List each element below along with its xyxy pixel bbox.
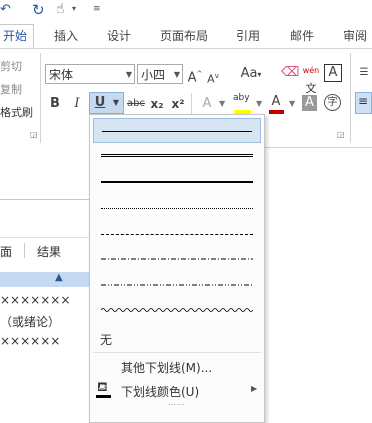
dotted-line-sample [101, 208, 253, 209]
tab-design[interactable]: 设计 [107, 27, 131, 45]
character-border-button[interactable]: A [324, 64, 342, 82]
pane-divider [0, 237, 90, 238]
strikethrough-button[interactable]: abc [126, 95, 146, 113]
phonetic-guide-button[interactable]: wén 文 [302, 62, 320, 99]
underline-option-none[interactable]: 无 [93, 326, 261, 351]
highlight-button[interactable]: aby [232, 93, 254, 115]
list-icon[interactable]: ☰ [356, 64, 372, 82]
group-divider [350, 53, 351, 143]
menu-divider [93, 352, 261, 353]
none-label: 无 [100, 333, 113, 347]
wave-line-sample [101, 308, 253, 312]
subscript-button[interactable]: x₂ [149, 95, 165, 113]
underline-split-button[interactable]: U ▼ [89, 92, 124, 114]
underline-option-dotted[interactable] [93, 196, 261, 221]
font-color-button[interactable]: A [268, 93, 286, 115]
shrink-font-label: A [207, 72, 215, 86]
grow-font-button[interactable]: A^ [187, 65, 203, 87]
touch-mode-icon[interactable]: ☝ [56, 1, 65, 17]
nav-heading-2[interactable]: （或绪论） [0, 313, 90, 330]
submenu-arrow-icon: ▶ [251, 384, 258, 393]
phonetic-guide-label: wén [302, 66, 320, 75]
tab-divider [24, 243, 25, 258]
underline-color-bar [96, 395, 111, 398]
underline-style-menu: 无 其他下划线(M)... ⛾ 下划线颜色(U) ▶ ⋯⋯ [89, 114, 265, 423]
tab-insert[interactable]: 插入 [54, 27, 78, 45]
italic-button[interactable]: I [69, 95, 85, 113]
change-case-label: Aa [240, 66, 258, 81]
clear-format-icon[interactable]: ⌫ [281, 64, 299, 82]
single-line-sample [102, 131, 252, 132]
copy-button[interactable]: 复制 [0, 81, 22, 97]
group-divider [191, 93, 192, 115]
font-size-field[interactable]: 小四 ▼ [137, 64, 183, 84]
double-line-sample [101, 154, 253, 157]
chevron-down-icon[interactable]: ▼ [219, 99, 225, 108]
dash-dot-dot-line-sample [101, 284, 253, 286]
tab-layout[interactable]: 页面布局 [160, 27, 208, 45]
font-name-field[interactable]: 宋体 ▼ [45, 64, 135, 84]
clipboard-launcher-icon[interactable]: ◲ [30, 130, 38, 139]
underline-color-label: 下划线颜色(U) [121, 385, 200, 399]
align-left-icon: ≡ [358, 94, 369, 108]
tab-mailings[interactable]: 邮件 [290, 27, 314, 45]
tab-references[interactable]: 引用 [236, 27, 260, 45]
dash-dot-line-sample [101, 258, 253, 260]
more-underlines-item[interactable]: 其他下划线(M)... [93, 354, 261, 379]
tab-review[interactable]: 审阅 [343, 27, 367, 45]
font-color-bar [269, 110, 284, 114]
chevron-down-icon: ▼ [173, 70, 180, 79]
chevron-down-icon[interactable]: ▾ [72, 4, 76, 13]
enclose-characters-button[interactable]: 字 [324, 94, 341, 111]
bold-button[interactable]: B [47, 95, 63, 113]
character-shading-button[interactable]: A [302, 95, 317, 111]
nav-heading-1[interactable]: ××××××× [0, 293, 90, 307]
underline-color-icon: ⛾ [96, 380, 112, 399]
chevron-down-icon[interactable]: ▼ [256, 99, 262, 108]
align-left-button[interactable]: ≡ [355, 92, 372, 114]
group-divider [40, 53, 41, 143]
font-launcher-icon[interactable]: ◲ [337, 130, 345, 139]
thick-line-sample [101, 181, 253, 183]
tab-home[interactable]: 开始 [0, 24, 35, 49]
nav-heading-3[interactable]: ×××××× [0, 334, 90, 348]
highlight-label: aby [233, 93, 250, 103]
customize-qat-icon[interactable]: ≡ [93, 4, 101, 14]
underline-option-dashed[interactable] [93, 222, 261, 247]
redo-icon[interactable]: ↻ [32, 1, 45, 19]
undo-icon[interactable]: ↶ [0, 2, 11, 17]
resize-grip-icon[interactable]: ⋯⋯ [168, 400, 186, 409]
text-effects-button[interactable]: A [199, 95, 215, 113]
nav-tab-results[interactable]: 结果 [37, 243, 61, 260]
font-color-label: A [271, 94, 281, 109]
superscript-button[interactable]: x² [170, 95, 186, 113]
chevron-down-icon[interactable]: ▼ [111, 94, 121, 112]
nav-heading-bar[interactable]: ▲ [0, 272, 90, 287]
format-painter-button[interactable]: 格式刷 [0, 104, 33, 120]
change-case-button[interactable]: Aa▾ [237, 65, 265, 84]
navigation-pane: 面 结果 ▲ ××××××× （或绪论） ×××××× [0, 147, 90, 423]
font-name-value: 宋体 [49, 68, 74, 82]
underline-option-single[interactable] [93, 118, 261, 143]
more-underlines-label: 其他下划线(M)... [121, 361, 213, 375]
underline-option-dash-dot[interactable] [93, 248, 261, 273]
underline-option-thick[interactable] [93, 170, 261, 195]
font-size-value: 小四 [141, 68, 166, 82]
dashed-line-sample [101, 234, 253, 235]
chevron-down-icon: ▼ [125, 70, 132, 79]
cut-button[interactable]: 剪切 [0, 58, 22, 74]
quick-access-toolbar: ↶ ↻ ☝ ▾ ≡ [0, 0, 372, 22]
underline-option-wave[interactable] [93, 300, 261, 325]
pane-divider [0, 199, 90, 200]
underline-option-double[interactable] [93, 144, 261, 169]
underline-option-dash-dot-dot[interactable] [93, 274, 261, 299]
collapse-up-icon[interactable]: ▲ [55, 272, 63, 283]
chevron-down-icon[interactable]: ▼ [289, 99, 295, 108]
grow-font-label: A [187, 70, 197, 86]
ribbon-tabs: 开始 插入 设计 页面布局 引用 邮件 审阅 [0, 22, 372, 49]
underline-button[interactable]: U [93, 94, 107, 112]
nav-tab-pages[interactable]: 面 [0, 243, 12, 260]
shrink-font-button[interactable]: Av [206, 67, 220, 89]
